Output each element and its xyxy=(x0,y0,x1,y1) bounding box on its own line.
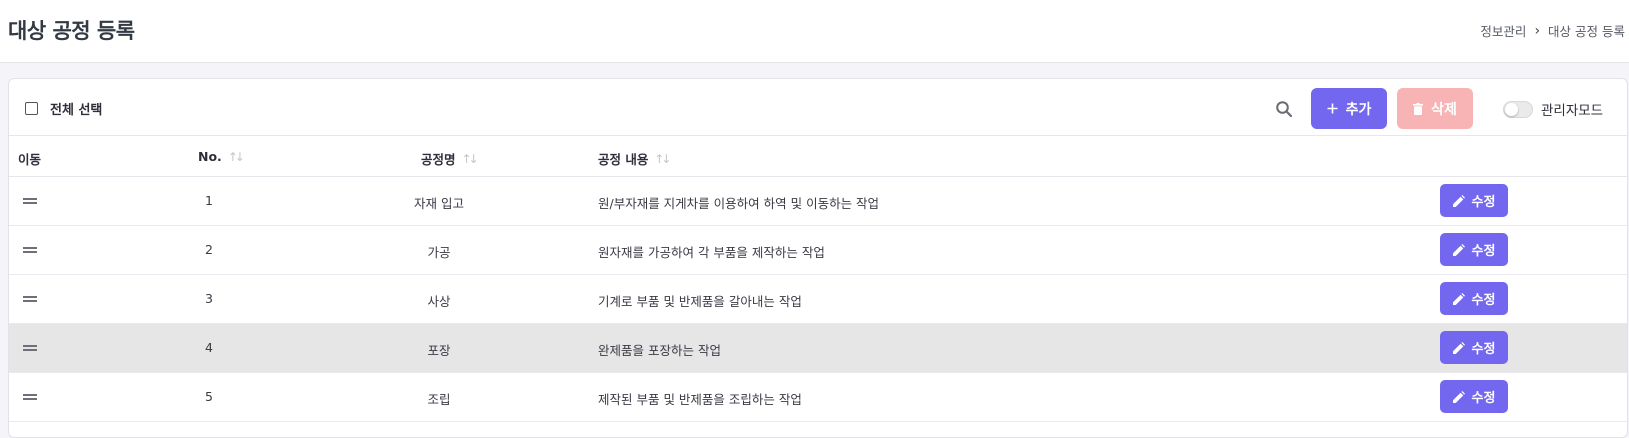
select-all[interactable]: 전체 선택 xyxy=(25,99,102,118)
sort-icon[interactable]: ↑↓ xyxy=(462,152,479,166)
admin-mode-toggle[interactable]: 관리자모드 xyxy=(1503,99,1603,119)
column-header-name-label: 공정명 xyxy=(421,152,456,167)
admin-mode-switch[interactable] xyxy=(1503,100,1533,118)
row-process-name: 자재 입고 xyxy=(414,196,464,211)
page-header: 대상 공정 등록 정보관리 › 대상 공정 등록 xyxy=(0,0,1629,63)
edit-button-label: 수정 xyxy=(1471,342,1496,357)
row-no: 1 xyxy=(205,193,213,208)
table-header: 이동 No. ↑↓ 공정명 ↑↓ 공정 내용 ↑↓ xyxy=(9,135,1627,177)
pencil-icon xyxy=(1452,341,1465,354)
row-process-content: 기계로 부품 및 반제품을 갈아내는 작업 xyxy=(598,294,802,309)
edit-button-label: 수정 xyxy=(1471,195,1496,210)
column-header-no[interactable]: No. ↑↓ xyxy=(198,149,245,164)
edit-button[interactable]: 수정 xyxy=(1440,331,1508,364)
row-process-content: 원/부자재를 지게차를 이용하여 하역 및 이동하는 작업 xyxy=(598,196,880,211)
trash-icon xyxy=(1413,102,1424,115)
edit-button-label: 수정 xyxy=(1471,391,1496,406)
sort-icon[interactable]: ↑↓ xyxy=(654,152,671,166)
row-process-name: 사상 xyxy=(427,294,451,309)
drag-handle-icon[interactable] xyxy=(23,345,37,351)
pencil-icon xyxy=(1452,292,1465,305)
search-icon xyxy=(1276,101,1293,118)
plus-icon xyxy=(1327,103,1338,114)
edit-button[interactable]: 수정 xyxy=(1440,233,1508,266)
search-button[interactable] xyxy=(1272,97,1296,121)
drag-handle-icon[interactable] xyxy=(23,247,37,253)
row-process-content: 완제품을 포장하는 작업 xyxy=(598,343,721,358)
sort-icon[interactable]: ↑↓ xyxy=(228,150,245,164)
table-row[interactable]: 5 조립 제작된 부품 및 반제품을 조립하는 작업 수정 xyxy=(9,373,1627,422)
pencil-icon xyxy=(1452,194,1465,207)
edit-button[interactable]: 수정 xyxy=(1440,380,1508,413)
row-process-content: 제작된 부품 및 반제품을 조립하는 작업 xyxy=(598,392,802,407)
drag-handle-icon[interactable] xyxy=(23,198,37,204)
edit-button-label: 수정 xyxy=(1471,244,1496,259)
row-process-name: 조립 xyxy=(427,392,451,407)
edit-button-label: 수정 xyxy=(1471,293,1496,308)
process-list-card: 전체 선택 추가 삭제 관리자모드 이동 No. ↑↓ 공정명 ↑↓ 공정 내용… xyxy=(8,78,1628,438)
column-header-content[interactable]: 공정 내용 ↑↓ xyxy=(598,149,671,168)
pencil-icon xyxy=(1452,390,1465,403)
drag-handle-icon[interactable] xyxy=(23,296,37,302)
table-row[interactable]: 1 자재 입고 원/부자재를 지게차를 이용하여 하역 및 이동하는 작업 수정 xyxy=(9,177,1627,226)
table-row[interactable]: 2 가공 원자재를 가공하여 각 부품을 제작하는 작업 수정 xyxy=(9,226,1627,275)
pencil-icon xyxy=(1452,243,1465,256)
breadcrumb-item-info-management[interactable]: 정보관리 xyxy=(1480,21,1526,40)
edit-button[interactable]: 수정 xyxy=(1440,184,1508,217)
select-all-checkbox[interactable] xyxy=(25,102,38,115)
process-table: 이동 No. ↑↓ 공정명 ↑↓ 공정 내용 ↑↓ 1 자재 입고 원/부자재를… xyxy=(9,135,1627,422)
page-title: 대상 공정 등록 xyxy=(8,19,135,43)
edit-button[interactable]: 수정 xyxy=(1440,282,1508,315)
row-no: 4 xyxy=(205,340,213,355)
delete-button-label: 삭제 xyxy=(1431,101,1457,118)
table-row[interactable]: 4 포장 완제품을 포장하는 작업 수정 xyxy=(9,324,1627,373)
add-button-label: 추가 xyxy=(1345,101,1372,118)
delete-button[interactable]: 삭제 xyxy=(1397,88,1473,129)
column-header-content-label: 공정 내용 xyxy=(598,152,649,167)
row-process-name: 포장 xyxy=(427,343,451,358)
table-row[interactable]: 3 사상 기계로 부품 및 반제품을 갈아내는 작업 수정 xyxy=(9,275,1627,324)
column-header-move: 이동 xyxy=(18,149,41,168)
toolbar: 전체 선택 추가 삭제 관리자모드 xyxy=(9,79,1627,139)
row-process-content: 원자재를 가공하여 각 부품을 제작하는 작업 xyxy=(598,245,825,260)
row-no: 2 xyxy=(205,242,213,257)
admin-mode-label: 관리자모드 xyxy=(1541,103,1604,119)
select-all-label: 전체 선택 xyxy=(50,103,103,118)
breadcrumb-item-current: 대상 공정 등록 xyxy=(1548,24,1625,39)
add-button[interactable]: 추가 xyxy=(1311,88,1387,129)
row-no: 3 xyxy=(205,291,213,306)
row-no: 5 xyxy=(205,389,213,404)
breadcrumb: 정보관리 › 대상 공정 등록 xyxy=(1480,21,1625,40)
switch-knob xyxy=(1505,102,1518,116)
drag-handle-icon[interactable] xyxy=(23,394,37,400)
column-header-no-label: No. xyxy=(198,149,222,164)
row-process-name: 가공 xyxy=(427,245,451,260)
column-header-move-label: 이동 xyxy=(18,152,42,167)
column-header-name[interactable]: 공정명 ↑↓ xyxy=(421,149,479,168)
breadcrumb-separator: › xyxy=(1534,22,1541,39)
